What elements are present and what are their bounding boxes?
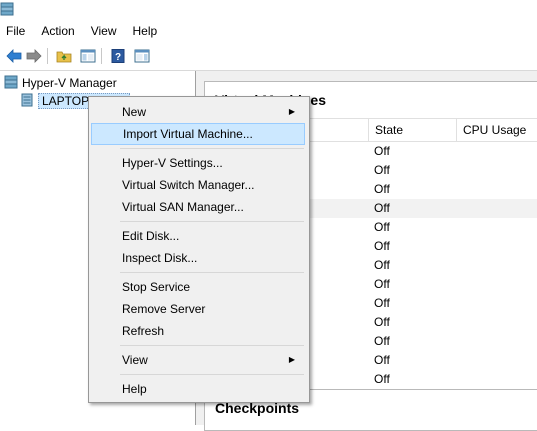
submenu-arrow-icon: ▶ — [288, 355, 295, 364]
context-menu-remove-server[interactable]: Remove Server — [91, 298, 305, 320]
toolbar-separator — [101, 48, 102, 64]
menu-separator — [120, 374, 304, 375]
menu-item-label: Edit Disk... — [122, 229, 180, 243]
menu-separator — [120, 345, 304, 346]
vm-state: Off — [374, 201, 390, 215]
context-menu-stop-service[interactable]: Stop Service — [91, 276, 305, 298]
menu-item-label: Help — [122, 382, 147, 396]
back-arrow-icon — [6, 49, 22, 63]
menu-item-label: Refresh — [122, 324, 165, 338]
vm-state: Off — [374, 277, 390, 291]
tree-item-label: Hyper-V Manager — [22, 76, 117, 90]
up-folder-icon — [56, 51, 72, 63]
context-menu-help[interactable]: Help — [91, 378, 305, 400]
show-hide-action-pane-button[interactable] — [132, 46, 152, 66]
vm-state: Off — [374, 334, 390, 348]
context-menu-edit-disk[interactable]: Edit Disk... — [91, 225, 305, 247]
up-one-level-button[interactable] — [54, 46, 74, 66]
menu-item-label: Import Virtual Machine... — [123, 127, 253, 141]
vm-state: Off — [374, 144, 390, 158]
menu-file[interactable]: File — [0, 20, 33, 42]
context-menu-inspect-disk[interactable]: Inspect Disk... — [91, 247, 305, 269]
vm-state: Off — [374, 296, 390, 310]
menu-item-label: Virtual SAN Manager... — [122, 200, 244, 214]
vm-state: Off — [374, 220, 390, 234]
forward-button[interactable] — [24, 46, 44, 66]
context-menu-virtual-switch-manager[interactable]: Virtual Switch Manager... — [91, 174, 305, 196]
menu-item-label: New — [122, 105, 147, 119]
menu-item-label: Inspect Disk... — [122, 251, 198, 265]
vm-state: Off — [374, 239, 390, 253]
vm-state: Off — [374, 372, 390, 386]
title-bar — [0, 0, 537, 20]
help-icon: ? — [111, 49, 125, 63]
show-hide-console-tree-icon — [80, 49, 96, 63]
vm-state: Off — [374, 353, 390, 367]
back-button[interactable] — [4, 46, 24, 66]
submenu-arrow-icon: ▶ — [288, 107, 295, 116]
menu-item-label: Remove Server — [122, 302, 206, 316]
context-menu-refresh[interactable]: Refresh — [91, 320, 305, 342]
hyperv-manager-icon — [4, 75, 18, 89]
vm-state: Off — [374, 163, 390, 177]
menu-separator — [120, 148, 304, 149]
toolbar: ? — [0, 42, 537, 71]
context-menu-new[interactable]: New ▶ — [91, 101, 305, 123]
context-menu-view[interactable]: View ▶ — [91, 349, 305, 371]
menu-item-label: Virtual Switch Manager... — [122, 178, 255, 192]
menu-separator — [120, 272, 304, 273]
menu-view[interactable]: View — [83, 20, 125, 42]
context-menu: New ▶ Import Virtual Machine... Hyper-V … — [88, 96, 310, 403]
action-pane-icon — [134, 49, 150, 63]
vm-state: Off — [374, 258, 390, 272]
forward-arrow-icon — [26, 49, 42, 63]
hyperv-manager-app-icon — [0, 2, 14, 16]
menu-action[interactable]: Action — [33, 20, 82, 42]
menu-item-label: View — [122, 353, 148, 367]
context-menu-hyperv-settings[interactable]: Hyper-V Settings... — [91, 152, 305, 174]
column-header-cpu-usage[interactable]: CPU Usage — [456, 119, 537, 141]
context-menu-import-virtual-machine[interactable]: Import Virtual Machine... — [91, 123, 305, 145]
menu-help[interactable]: Help — [125, 20, 166, 42]
vm-state: Off — [374, 315, 390, 329]
vm-state: Off — [374, 182, 390, 196]
menu-separator — [120, 221, 304, 222]
show-hide-console-tree-button[interactable] — [78, 46, 98, 66]
menu-item-label: Stop Service — [122, 280, 191, 294]
tree-item-hyperv-manager[interactable]: Hyper-V Manager — [4, 75, 117, 92]
menu-bar: File Action View Help — [0, 20, 537, 42]
help-button[interactable]: ? — [108, 46, 128, 66]
menu-item-label: Hyper-V Settings... — [122, 156, 223, 170]
context-menu-virtual-san-manager[interactable]: Virtual SAN Manager... — [91, 196, 305, 218]
server-icon — [21, 93, 33, 107]
svg-text:?: ? — [115, 52, 121, 63]
toolbar-separator — [47, 48, 48, 64]
column-header-state[interactable]: State — [368, 119, 455, 141]
